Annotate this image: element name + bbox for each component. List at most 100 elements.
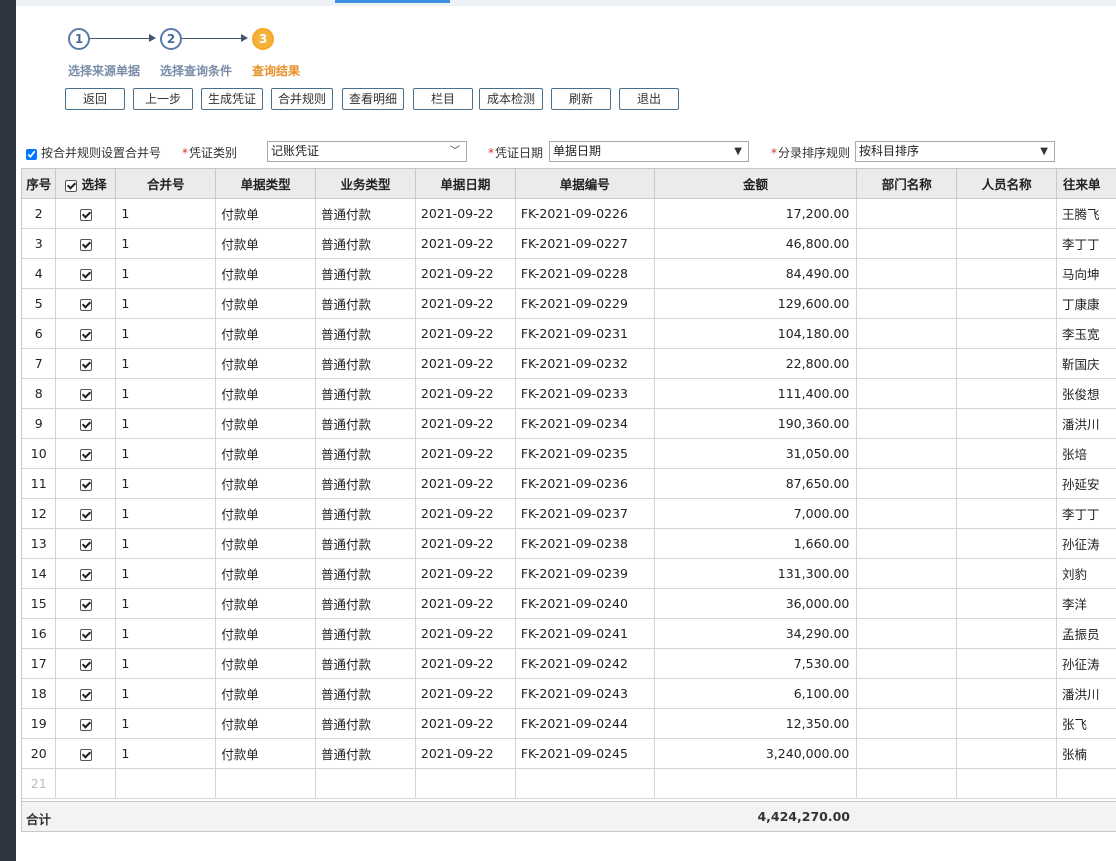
col-header-doc-type[interactable]: 单据类型 xyxy=(215,169,317,199)
row-select-cell[interactable] xyxy=(55,318,117,349)
row-select-cell[interactable] xyxy=(55,588,117,619)
table-row[interactable]: 17 1 付款单 普通付款 2021-09-22 FK-2021-09-0242 7,530… xyxy=(22,648,1116,679)
row-select-cell[interactable] xyxy=(55,558,117,589)
prev-step-button[interactable]: 上一步 xyxy=(133,88,193,110)
row-dept-cell xyxy=(856,438,958,469)
row-select-cell[interactable] xyxy=(55,378,117,409)
merge-rule-button[interactable]: 合并规则 xyxy=(271,88,333,110)
table-row[interactable]: 16 1 付款单 普通付款 2021-09-22 FK-2021-09-0241 34,29… xyxy=(22,618,1116,649)
row-partner-cell: 孙征涛 xyxy=(1056,648,1116,679)
row-merge-no-cell: 1 xyxy=(115,588,217,619)
row-select-checkbox[interactable] xyxy=(79,268,92,281)
row-select-cell[interactable] xyxy=(55,678,117,709)
row-doc-type-cell: 付款单 xyxy=(215,498,317,529)
col-header-amount[interactable]: 金额 xyxy=(654,169,858,199)
row-merge-no-cell: 1 xyxy=(115,348,217,379)
row-select-checkbox[interactable] xyxy=(79,718,92,731)
table-row[interactable]: 4 1 付款单 普通付款 2021-09-22 FK-2021-09-0228 84,490… xyxy=(22,258,1116,289)
row-select-cell[interactable] xyxy=(55,438,117,469)
row-select-checkbox[interactable] xyxy=(79,448,92,461)
table-row[interactable]: 2 1 付款单 普通付款 2021-09-22 FK-2021-09-0226 17,200… xyxy=(22,198,1116,229)
row-select-checkbox[interactable] xyxy=(79,298,92,311)
col-header-seq[interactable]: 序号 xyxy=(22,169,57,199)
row-select-checkbox[interactable] xyxy=(79,208,92,221)
table-row[interactable]: 10 1 付款单 普通付款 2021-09-22 FK-2021-09-0235 31,05… xyxy=(22,438,1116,469)
exit-button[interactable]: 退出 xyxy=(619,88,679,110)
voucher-type-select[interactable]: 记账凭证 ﹀ xyxy=(267,141,467,162)
col-header-merge-no[interactable]: 合并号 xyxy=(115,169,217,199)
columns-button[interactable]: 栏目 xyxy=(413,88,473,110)
row-select-checkbox[interactable] xyxy=(79,388,92,401)
row-select-cell[interactable] xyxy=(55,648,117,679)
row-select-cell[interactable] xyxy=(55,408,117,439)
row-select-checkbox[interactable] xyxy=(79,568,92,581)
row-select-cell[interactable] xyxy=(55,708,117,739)
row-biz-type-cell: 普通付款 xyxy=(315,648,416,679)
table-row[interactable]: 8 1 付款单 普通付款 2021-09-22 FK-2021-09-0233 111,40… xyxy=(22,378,1116,409)
table-row[interactable]: 7 1 付款单 普通付款 2021-09-22 FK-2021-09-0232 22,800… xyxy=(22,348,1116,379)
table-row[interactable]: 13 1 付款单 普通付款 2021-09-22 FK-2021-09-0238 1,660… xyxy=(22,528,1116,559)
col-header-doc-no[interactable]: 单据编号 xyxy=(515,169,655,199)
table-row[interactable]: 12 1 付款单 普通付款 2021-09-22 FK-2021-09-0237 7,000… xyxy=(22,498,1116,529)
row-select-cell[interactable] xyxy=(55,288,117,319)
back-button[interactable]: 返回 xyxy=(65,88,125,110)
row-partner-cell: 李丁丁 xyxy=(1056,228,1116,259)
table-row[interactable]: 3 1 付款单 普通付款 2021-09-22 FK-2021-09-0227 46,800… xyxy=(22,228,1116,259)
row-select-cell[interactable] xyxy=(55,468,117,499)
generate-voucher-button[interactable]: 生成凭证 xyxy=(201,88,263,110)
row-select-checkbox[interactable] xyxy=(79,508,92,521)
row-select-checkbox[interactable] xyxy=(79,418,92,431)
voucher-date-select[interactable]: 单据日期 ▼ xyxy=(549,141,749,162)
row-select-checkbox[interactable] xyxy=(79,598,92,611)
row-seq-cell: 14 xyxy=(22,558,57,589)
col-header-select[interactable]: 选择 xyxy=(55,169,117,199)
row-doc-no-cell: FK-2021-09-0235 xyxy=(515,438,655,469)
col-header-person[interactable]: 人员名称 xyxy=(956,169,1058,199)
table-row[interactable]: 6 1 付款单 普通付款 2021-09-22 FK-2021-09-0231 104,18… xyxy=(22,318,1116,349)
row-select-cell[interactable] xyxy=(55,738,117,769)
table-row[interactable]: 5 1 付款单 普通付款 2021-09-22 FK-2021-09-0229 129,60… xyxy=(22,288,1116,319)
row-select-cell[interactable] xyxy=(55,348,117,379)
cost-check-button[interactable]: 成本检测 xyxy=(479,88,543,110)
active-tab-indicator[interactable] xyxy=(335,0,450,3)
row-select-checkbox[interactable] xyxy=(79,748,92,761)
row-doc-date-cell: 2021-09-22 xyxy=(415,708,516,739)
row-amount-cell: 111,400.00 xyxy=(654,378,858,409)
table-row[interactable]: 15 1 付款单 普通付款 2021-09-22 FK-2021-09-0240 36,00… xyxy=(22,588,1116,619)
row-doc-type-cell: 付款单 xyxy=(215,528,317,559)
table-row[interactable]: 18 1 付款单 普通付款 2021-09-22 FK-2021-09-0243 6,100… xyxy=(22,678,1116,709)
row-dept-cell xyxy=(856,318,958,349)
row-dept-cell xyxy=(856,258,958,289)
table-row-empty[interactable]: 21 xyxy=(22,768,1116,799)
sort-rule-select[interactable]: 按科目排序 ▼ xyxy=(855,141,1055,162)
row-select-cell[interactable] xyxy=(55,498,117,529)
col-header-biz-type[interactable]: 业务类型 xyxy=(315,169,416,199)
row-select-cell[interactable] xyxy=(55,258,117,289)
table-row[interactable]: 14 1 付款单 普通付款 2021-09-22 FK-2021-09-0239 131,3… xyxy=(22,558,1116,589)
table-row[interactable]: 9 1 付款单 普通付款 2021-09-22 FK-2021-09-0234 190,36… xyxy=(22,408,1116,439)
col-header-dept[interactable]: 部门名称 xyxy=(856,169,958,199)
row-select-checkbox[interactable] xyxy=(79,538,92,551)
row-select-checkbox[interactable] xyxy=(79,238,92,251)
row-select-checkbox[interactable] xyxy=(79,688,92,701)
row-biz-type-cell: 普通付款 xyxy=(315,408,416,439)
row-select-checkbox[interactable] xyxy=(79,658,92,671)
row-select-checkbox[interactable] xyxy=(79,358,92,371)
row-select-cell[interactable] xyxy=(55,618,117,649)
table-row[interactable]: 19 1 付款单 普通付款 2021-09-22 FK-2021-09-0244 12,35… xyxy=(22,708,1116,739)
row-select-cell[interactable] xyxy=(55,198,117,229)
row-select-cell[interactable] xyxy=(55,528,117,559)
row-select-cell[interactable] xyxy=(55,228,117,259)
row-select-checkbox[interactable] xyxy=(79,328,92,341)
table-row[interactable]: 11 1 付款单 普通付款 2021-09-22 FK-2021-09-0236 87,65… xyxy=(22,468,1116,499)
col-header-doc-date[interactable]: 单据日期 xyxy=(415,169,516,199)
refresh-button[interactable]: 刷新 xyxy=(551,88,611,110)
col-header-partner[interactable]: 往来单 xyxy=(1056,169,1116,199)
select-all-checkbox[interactable] xyxy=(65,179,78,192)
merge-rule-checkbox[interactable] xyxy=(26,149,37,160)
view-detail-button[interactable]: 查看明细 xyxy=(342,88,404,110)
table-row[interactable]: 20 1 付款单 普通付款 2021-09-22 FK-2021-09-0245 3,240… xyxy=(22,738,1116,769)
row-person-cell xyxy=(956,378,1058,409)
row-select-checkbox[interactable] xyxy=(79,628,92,641)
row-select-checkbox[interactable] xyxy=(79,478,92,491)
